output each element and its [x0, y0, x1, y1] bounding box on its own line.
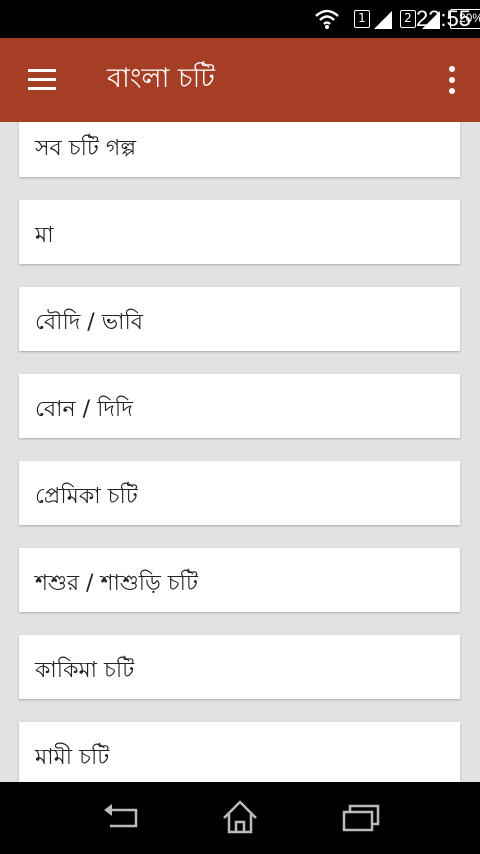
hamburger-menu-icon — [28, 69, 56, 72]
category-label: শশুর / শাশুড়ি চটি — [35, 571, 198, 596]
category-label: বোন / দিদি — [35, 397, 133, 422]
more-vert-icon — [449, 66, 455, 72]
category-item[interactable]: শশুর / শাশুড়ি চটি — [19, 548, 460, 612]
category-label: বৌদি / ভাবি — [35, 310, 144, 335]
app-title: বাংলা চটি — [107, 63, 216, 94]
home-icon — [223, 800, 257, 834]
status-bar: 1 2 20% 22:55 — [0, 0, 480, 38]
category-label: মা — [35, 223, 54, 248]
category-item[interactable]: কাকিমা চটি — [19, 635, 460, 699]
category-label: সব চটি গল্প — [35, 136, 137, 161]
category-item[interactable]: মামী চটি — [19, 722, 460, 782]
back-button[interactable] — [96, 796, 144, 840]
hamburger-menu-icon-bar — [28, 78, 56, 81]
navigation-bar — [0, 782, 480, 854]
sim1-signal-icon — [374, 11, 392, 29]
more-vert-icon-dot — [449, 88, 455, 94]
app-bar: বাংলা চটি — [0, 38, 480, 122]
category-item[interactable]: প্রেমিকা চটি — [19, 461, 460, 525]
more-options-button[interactable] — [442, 58, 462, 102]
category-item[interactable]: সব চটি গল্প — [19, 122, 460, 177]
category-label: প্রেমিকা চটি — [35, 484, 138, 509]
category-label: মামী চটি — [35, 745, 110, 770]
category-list[interactable]: সব চটি গল্প মা বৌদি / ভাবি বোন / দিদি প্… — [0, 122, 480, 782]
sim1-icon: 1 — [354, 10, 370, 28]
hamburger-menu-icon-bar — [28, 87, 56, 90]
sim2-icon: 2 — [400, 10, 416, 28]
recents-button[interactable] — [336, 796, 384, 840]
more-vert-icon-dot — [449, 77, 455, 83]
clock: 22:55 — [415, 6, 471, 31]
category-item[interactable]: বোন / দিদি — [19, 374, 460, 438]
category-item[interactable]: মা — [19, 200, 460, 264]
home-button[interactable] — [216, 796, 264, 840]
back-icon — [104, 804, 138, 828]
recents-icon — [342, 804, 380, 832]
category-item[interactable]: বৌদি / ভাবি — [19, 287, 460, 351]
menu-button[interactable] — [22, 60, 62, 100]
category-label: কাকিমা চটি — [35, 658, 135, 683]
wifi-icon — [315, 9, 339, 29]
